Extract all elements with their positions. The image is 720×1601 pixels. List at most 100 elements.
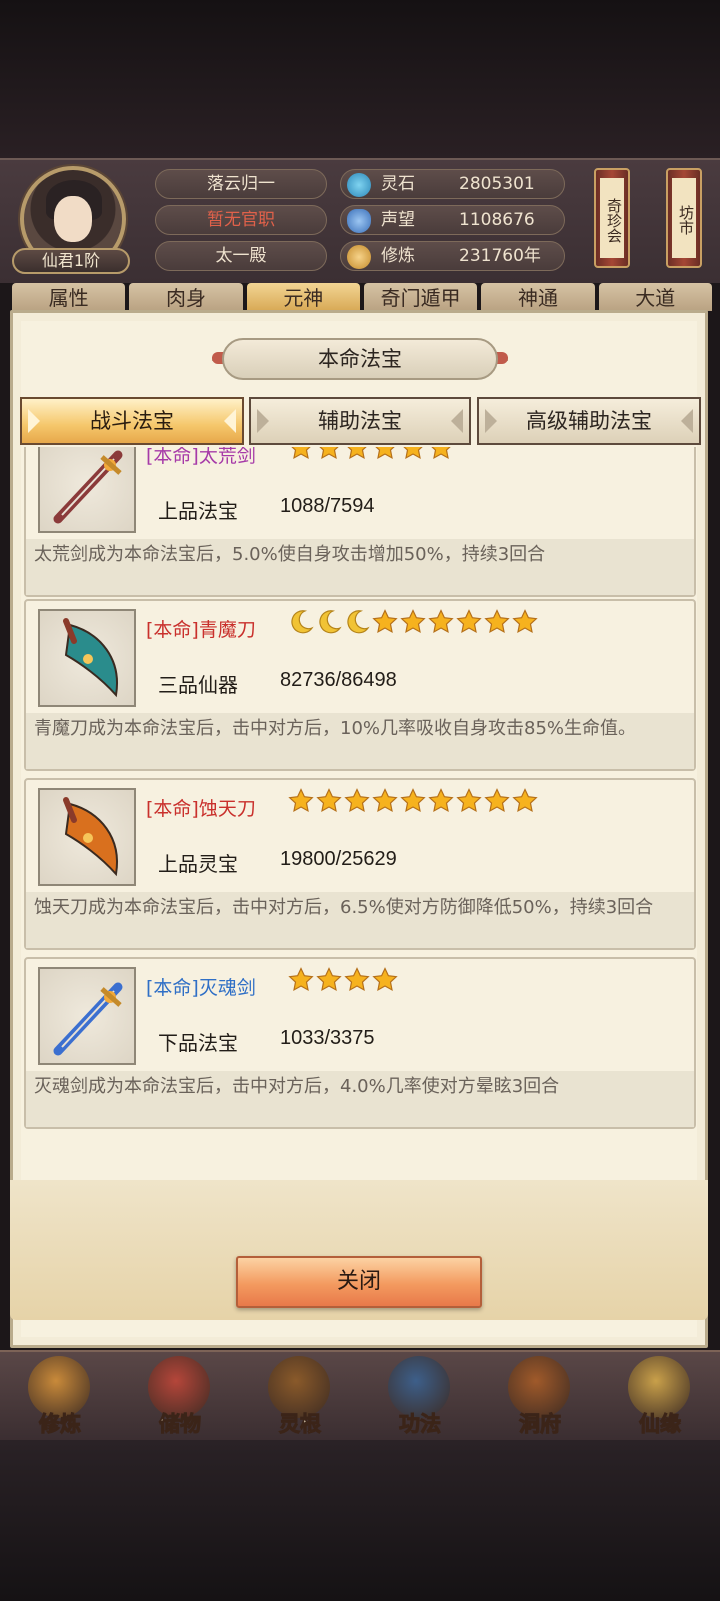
star-icon — [288, 447, 314, 465]
nav-item-technique-book[interactable]: 功法 — [360, 1352, 480, 1442]
treasure-star-rating — [288, 788, 538, 818]
star-icon — [372, 788, 398, 818]
treasure-star-rating — [288, 609, 538, 639]
panel-title: 本命法宝 — [222, 338, 498, 380]
treasure-star-rating — [288, 967, 398, 997]
subtab-label: 辅助法宝 — [318, 409, 402, 433]
nav-item-storage-bag[interactable]: 储物 — [120, 1352, 240, 1442]
treasure-exp: 19800/25629 — [280, 848, 397, 870]
arrow-right-icon — [451, 409, 463, 433]
tab-qimen[interactable]: 奇门遁甲 — [363, 283, 478, 311]
resource-spirit-stone: 灵石 2805301 — [340, 169, 565, 199]
star-icon — [316, 788, 342, 818]
tab-attributes[interactable]: 属性 — [12, 283, 126, 311]
arrow-left-icon — [28, 409, 40, 433]
star-icon — [344, 788, 370, 818]
main-tabs: 属性 肉身 元神 奇门遁甲 神通 大道 — [12, 283, 712, 311]
nav-item-immortal-fate[interactable]: 仙缘 — [600, 1352, 720, 1442]
treasure-card[interactable]: [本命]青魔刀 三品仙器 82736/86498 青魔刀成为本命法宝后，击中对方后，1… — [24, 599, 696, 771]
treasure-card[interactable]: [本命]蚀天刀 上品灵宝 19800/25629 蚀天刀成为本命法宝后，击中对方后，6… — [24, 778, 696, 950]
nav-item-spirit-root[interactable]: 灵根 — [240, 1352, 360, 1442]
moon-icon — [288, 609, 314, 639]
reputation-crystal-icon — [347, 209, 371, 233]
avatar-face — [54, 196, 92, 242]
star-icon — [400, 447, 426, 465]
resource-label: 灵石 — [381, 174, 415, 194]
market-button[interactable]: 坊市 — [666, 168, 702, 268]
treasure-description: 灭魂剑成为本命法宝后，击中对方后，4.0%几率使对方晕眩3回合 — [26, 1071, 694, 1127]
star-icon — [428, 609, 454, 639]
star-icon — [512, 609, 538, 639]
star-icon — [372, 967, 398, 997]
resource-cultivation: 修炼 231760年 — [340, 241, 565, 271]
bottom-nav: 修炼 储物 灵根 功法 洞府 仙缘 — [0, 1350, 720, 1440]
treasure-thumbnail[interactable] — [38, 609, 136, 707]
subtab-label: 战斗法宝 — [90, 409, 174, 433]
treasure-exp: 1033/3375 — [280, 1027, 375, 1049]
arrow-left-icon — [485, 409, 497, 433]
close-button[interactable]: 关闭 — [236, 1256, 482, 1308]
treasure-grade: 上品灵宝 — [158, 852, 238, 876]
star-icon — [344, 967, 370, 997]
star-icon — [372, 609, 398, 639]
tab-divine-power[interactable]: 神通 — [481, 283, 595, 311]
treasure-name: [本命]灭魂剑 — [146, 977, 256, 999]
market-label: 坊市 — [672, 178, 696, 258]
treasure-list[interactable]: [本命]太荒剑 上品法宝 1088/7594 太荒剑成为本命法宝后，5.0%使自身攻击… — [22, 447, 698, 1152]
nav-label: 功法 — [399, 1412, 442, 1437]
treasure-thumbnail[interactable] — [38, 788, 136, 886]
rank-badge: 仙君1阶 — [12, 248, 130, 274]
resource-label: 声望 — [381, 210, 415, 230]
sect-name: 太一殿 — [155, 241, 327, 271]
star-icon — [316, 967, 342, 997]
treasure-fair-button[interactable]: 奇珍会 — [594, 168, 630, 268]
treasure-card[interactable]: [本命]太荒剑 上品法宝 1088/7594 太荒剑成为本命法宝后，5.0%使自身攻击… — [24, 447, 696, 597]
arrow-right-icon — [681, 409, 693, 433]
star-icon — [428, 447, 454, 465]
tab-great-dao[interactable]: 大道 — [598, 283, 712, 311]
star-icon — [288, 967, 314, 997]
official-post: 暂无官职 — [155, 205, 327, 235]
star-icon — [512, 788, 538, 818]
player-header: 仙君1阶 落云归一 暂无官职 太一殿 灵石 2805301 声望 1108676… — [0, 158, 720, 283]
resource-value: 2805301 — [459, 174, 535, 194]
treasure-description: 太荒剑成为本命法宝后，5.0%使自身攻击增加50%，持续3回合 — [26, 539, 694, 595]
resource-reputation: 声望 1108676 — [340, 205, 565, 235]
star-icon — [288, 788, 314, 818]
nav-label: 洞府 — [519, 1412, 562, 1437]
treasure-grade: 下品法宝 — [158, 1031, 238, 1055]
arrow-right-icon — [224, 409, 236, 433]
treasure-fair-label: 奇珍会 — [600, 178, 624, 258]
resource-value: 1108676 — [459, 210, 535, 230]
moon-icon — [316, 609, 342, 639]
star-icon — [484, 609, 510, 639]
star-icon — [456, 788, 482, 818]
subtab-combat-treasure[interactable]: 战斗法宝 — [20, 397, 244, 445]
treasure-thumbnail[interactable] — [38, 967, 136, 1065]
star-icon — [400, 609, 426, 639]
star-icon — [344, 447, 370, 465]
star-icon — [456, 609, 482, 639]
subtab-support-treasure[interactable]: 辅助法宝 — [249, 397, 471, 445]
resource-value: 231760年 — [459, 246, 541, 266]
nav-label: 修炼 — [39, 1412, 82, 1437]
nav-item-cave-dwelling[interactable]: 洞府 — [480, 1352, 600, 1442]
tab-body[interactable]: 肉身 — [129, 283, 243, 311]
star-icon — [372, 447, 398, 465]
nav-label: 仙缘 — [639, 1412, 682, 1437]
nav-label: 储物 — [159, 1412, 202, 1437]
moon-icon — [344, 609, 370, 639]
treasure-card[interactable]: [本命]灭魂剑 下品法宝 1033/3375 灭魂剑成为本命法宝后，击中对方后，4.0… — [24, 957, 696, 1129]
nav-item-cultivation[interactable]: 修炼 — [0, 1352, 120, 1442]
treasure-thumbnail[interactable] — [38, 447, 136, 533]
treasure-exp: 1088/7594 — [280, 495, 375, 517]
bottom-dark-band — [0, 1440, 720, 1601]
arrow-left-icon — [257, 409, 269, 433]
treasure-name: [本命]太荒剑 — [146, 447, 256, 467]
treasure-name: [本命]青魔刀 — [146, 619, 256, 641]
tab-soul[interactable]: 元神 — [246, 283, 360, 311]
star-icon — [484, 788, 510, 818]
game-screen: { "header": { "avatar_rank": "仙君1阶", "pl… — [0, 0, 720, 1601]
meditation-icon — [347, 245, 371, 269]
subtab-advanced-support-treasure[interactable]: 高级辅助法宝 — [477, 397, 701, 445]
